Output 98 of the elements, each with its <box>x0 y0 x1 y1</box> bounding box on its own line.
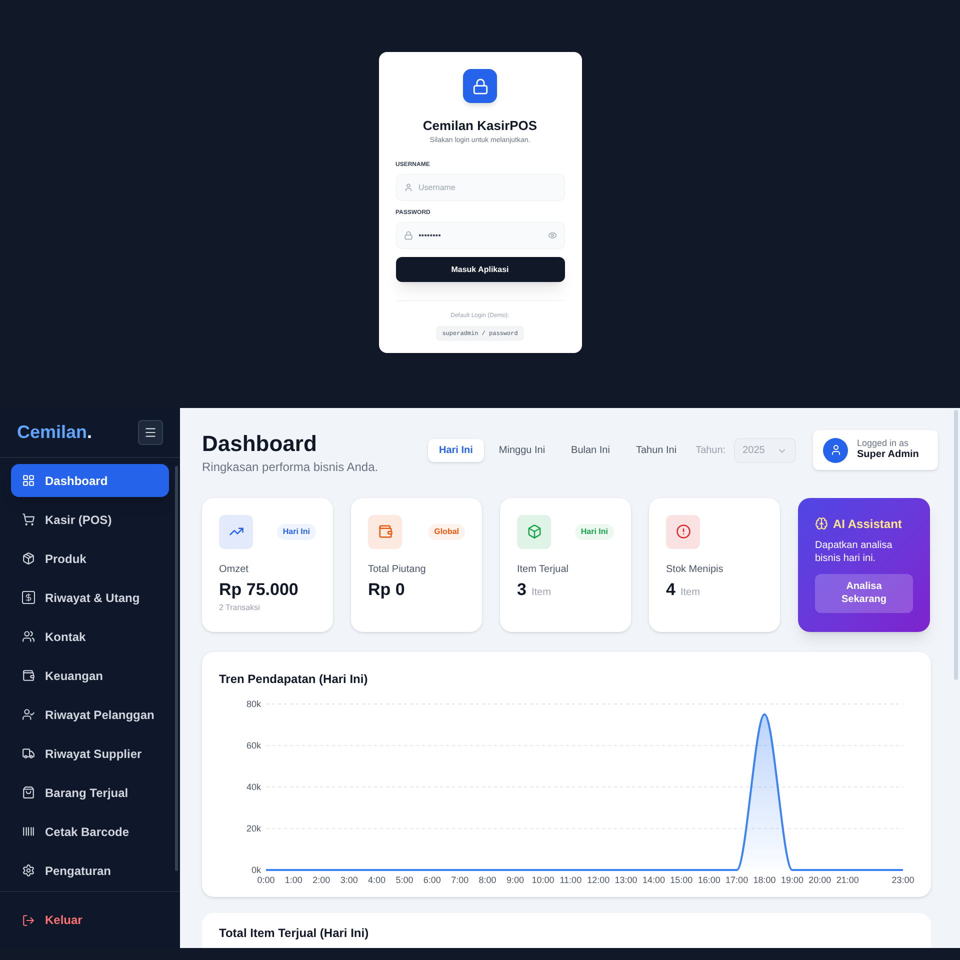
x-tick-label: 12:00 <box>587 874 610 884</box>
x-tick-label: 17:00 <box>726 874 748 884</box>
period-tab[interactable]: Tahun Ini <box>624 439 688 462</box>
username-input[interactable]: Username <box>418 182 556 194</box>
dollar-icon <box>22 591 35 604</box>
stat-label: Item Terjual <box>517 562 570 576</box>
nav-item[interactable]: Cetak Barcode <box>11 815 169 848</box>
cart-icon <box>22 513 35 526</box>
y-tick-label: 80k <box>246 698 261 708</box>
stat-label: Omzet <box>219 562 250 576</box>
x-tick-label: 0:00 <box>257 874 275 884</box>
y-tick-label: 0k <box>251 864 261 874</box>
stat-value: Rp 0 <box>368 578 405 600</box>
login-button[interactable]: Masuk Aplikasi <box>396 257 564 282</box>
page-subtitle: Ringkasan performa bisnis Anda. <box>202 458 380 476</box>
wallet-icon <box>22 669 35 682</box>
y-tick-label: 20k <box>246 823 261 833</box>
x-tick-label: 14:00 <box>642 874 665 884</box>
nav-item[interactable]: Kasir (POS) <box>11 503 169 536</box>
nav-item[interactable]: Riwayat Supplier <box>11 737 169 770</box>
x-tick-label: 2:00 <box>312 874 330 884</box>
nav-item[interactable]: Riwayat Pelanggan <box>11 698 169 731</box>
period-badge: Hari Ini <box>574 524 614 540</box>
nav-item[interactable]: Riwayat & Utang <box>11 581 169 614</box>
password-field[interactable]: •••••••• <box>396 222 564 249</box>
nav-item[interactable]: Pengaturan <box>11 854 169 887</box>
x-tick-label: 5:00 <box>396 874 414 884</box>
barcode-icon <box>22 825 35 838</box>
users-icon <box>22 630 35 643</box>
x-tick-label: 18:00 <box>753 874 776 884</box>
package-icon <box>22 552 35 565</box>
period-tab[interactable]: Hari Ini <box>428 439 484 462</box>
brain-icon <box>815 517 828 530</box>
nav-item[interactable]: Dashboard <box>11 464 169 497</box>
lock-icon <box>463 69 497 103</box>
gear-icon <box>22 864 35 877</box>
user-caption: Logged in as <box>857 438 910 450</box>
user-check-icon <box>22 708 35 721</box>
stat-label: Stok Menipis <box>666 562 724 576</box>
stat-label: Total Piutang <box>368 562 427 576</box>
lock-icon <box>404 231 412 240</box>
nav-item[interactable]: Kontak <box>11 620 169 653</box>
x-tick-label: 13:00 <box>614 874 638 884</box>
x-tick-label: 11:00 <box>560 874 582 884</box>
username-field[interactable]: Username <box>396 174 564 201</box>
stat-note: 2 Transaksi <box>219 602 261 614</box>
period-badge: Hari Ini <box>276 524 316 540</box>
x-tick-label: 6:00 <box>423 874 441 884</box>
stat-value: 3 <box>517 578 526 600</box>
x-tick-label: 8:00 <box>478 874 496 884</box>
scrollbar[interactable] <box>954 410 958 680</box>
x-tick-label: 16:00 <box>698 874 720 884</box>
shopping-bag-icon <box>22 786 35 799</box>
scrollbar[interactable] <box>175 466 178 871</box>
eye-icon[interactable] <box>548 231 556 240</box>
x-tick-label: 3:00 <box>340 874 358 884</box>
stat-value: Rp 75.000 <box>219 578 298 600</box>
brand-logo: Cemilan. <box>17 422 92 442</box>
y-tick-label: 60k <box>246 740 261 750</box>
nav-item[interactable]: Produk <box>11 542 169 575</box>
menu-icon <box>144 426 157 439</box>
x-tick-label: 15:00 <box>670 874 693 884</box>
chart-title: Total Item Terjual (Hari Ini) <box>219 926 369 940</box>
logout-icon <box>22 914 35 926</box>
avatar <box>823 438 848 462</box>
x-tick-label: 1:00 <box>284 874 302 884</box>
grid-icon <box>22 474 35 487</box>
x-tick-label: 9:00 <box>506 874 524 884</box>
menu-button[interactable] <box>138 420 163 445</box>
analyze-button[interactable]: Analisa Sekarang <box>815 574 913 613</box>
period-badge: Global <box>428 524 465 540</box>
logout-button[interactable]: Keluar <box>22 911 82 929</box>
year-label: Tahun: <box>696 444 726 458</box>
ai-text: Dapatkan analisa bisnis hari ini. <box>815 538 894 566</box>
x-tick-label: 4:00 <box>368 874 386 884</box>
stat-unit: Item <box>680 586 700 600</box>
x-tick-label: 10:00 <box>532 874 554 884</box>
nav-item[interactable]: Barang Terjual <box>11 776 169 809</box>
chart-title: Tren Pendapatan (Hari Ini) <box>219 670 369 688</box>
password-input[interactable]: •••••••• <box>418 230 542 242</box>
page-title: Dashboard <box>202 430 318 458</box>
x-tick-label: 23:00 <box>892 874 914 884</box>
x-tick-label: 7:00 <box>451 874 469 884</box>
ai-title: AI Assistant <box>833 516 902 532</box>
x-tick-label: 20:00 <box>808 874 832 884</box>
user-icon <box>404 183 412 192</box>
stat-value: 4 <box>666 578 676 600</box>
y-tick-label: 40k <box>246 782 261 792</box>
user-card[interactable]: Logged in as Super Admin <box>813 430 938 470</box>
stat-unit: Item <box>531 586 551 600</box>
period-tab[interactable]: Minggu Ini <box>488 439 556 462</box>
truck-icon <box>22 747 35 760</box>
period-tab[interactable]: Bulan Ini <box>560 439 621 462</box>
x-tick-label: 19:00 <box>780 874 804 884</box>
login-title: Cemilan KasirPOS <box>422 117 538 135</box>
user-name: Super Admin <box>857 449 919 462</box>
x-tick-label: 21:00 <box>836 874 859 884</box>
nav-item[interactable]: Keuangan <box>11 659 169 692</box>
